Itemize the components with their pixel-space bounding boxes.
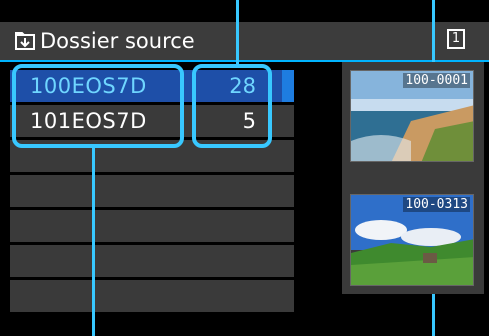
- page-title: Dossier source: [40, 29, 195, 53]
- header-title-group: Dossier source: [14, 26, 195, 56]
- selection-accent: [282, 70, 294, 102]
- header-bar: Dossier source 1: [0, 22, 489, 62]
- callout-leader: [92, 146, 95, 336]
- file-number: 100-0001: [403, 73, 470, 88]
- thumbnail-panel: 100-0001 ··· 100-0313: [342, 62, 484, 294]
- camera-screen: Dossier source 1 100EOS7D 28 101EOS7D 5: [0, 0, 489, 336]
- callout-leader: [236, 0, 239, 66]
- empty-row: [10, 245, 294, 277]
- image-count-callout: [192, 64, 272, 148]
- folder-select-icon: [15, 32, 35, 50]
- empty-row: [10, 175, 294, 207]
- card-slot-icon: 1: [447, 29, 465, 49]
- first-image-thumbnail: 100-0001: [350, 70, 474, 162]
- empty-row: [10, 210, 294, 242]
- empty-row: [10, 280, 294, 312]
- file-number: 100-0313: [403, 197, 470, 212]
- folder-name-callout: [12, 64, 184, 148]
- last-image-thumbnail: 100-0313: [350, 194, 474, 286]
